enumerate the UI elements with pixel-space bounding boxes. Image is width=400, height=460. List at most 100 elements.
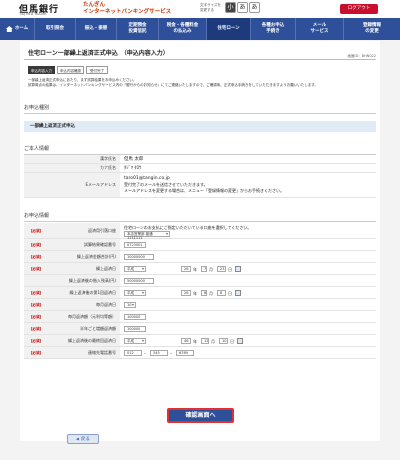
- row-monthly: 【必須】 毎月返済額（元利均等額） 100000: [24, 311, 376, 323]
- first-year-input[interactable]: 26: [181, 290, 191, 296]
- row-bonus: 【必須】 半年ごと増額返済額 100000: [24, 323, 376, 335]
- logout-button[interactable]: ログアウト: [340, 4, 378, 14]
- calendar-icon[interactable]: [235, 266, 241, 272]
- section-personal-info: ご本人情報: [24, 145, 376, 155]
- estimate-number-input[interactable]: 0723001: [124, 242, 146, 248]
- nav-deposit[interactable]: 定期預金 投資信託: [117, 18, 159, 40]
- required-badge: 【必須】: [29, 228, 43, 233]
- row-estimate: 【必須】 試算結果確認番号 0723001: [24, 239, 376, 251]
- value-kanji-name: 但馬 太郎: [124, 157, 144, 162]
- amount-input[interactable]: 10000000: [124, 254, 154, 260]
- nav-transfer[interactable]: 振込・振替: [76, 18, 117, 40]
- nav-payment[interactable]: 税金・各種料金 の払込み: [159, 18, 207, 40]
- label-monthly: 【必須】 毎月返済額（元利均等額）: [24, 311, 120, 322]
- font-medium-button[interactable]: あ: [237, 2, 248, 13]
- section-application-type: お申込種別: [24, 104, 376, 114]
- unit-year: 年: [193, 291, 197, 296]
- label-estimate: 【必須】 試算結果確認番号: [24, 239, 120, 250]
- email-note-1: 受付完了のメールを送信させていただきます。: [124, 182, 208, 187]
- nav-inquiry[interactable]: 取引照会: [35, 18, 76, 40]
- required-badge: 【必須】: [29, 290, 43, 295]
- phone-area-input[interactable]: 012: [124, 350, 142, 356]
- nav-home[interactable]: ホーム: [0, 18, 35, 40]
- step-confirm: 申込内容確認: [57, 66, 84, 74]
- nav-mail[interactable]: メール サービス: [296, 18, 344, 40]
- nav-mail-label: メール サービス: [310, 23, 329, 34]
- prepay-era-select[interactable]: 平成: [124, 266, 146, 272]
- label-amount-text: 繰上返済金額合計(円): [76, 253, 116, 259]
- font-large-button[interactable]: あ: [249, 2, 260, 13]
- page-note-line2: 試算時点の結果は、インターネットバンキングサービス内の「銀行からのお知らせ」にて…: [28, 83, 318, 87]
- required-badge: 【必須】: [29, 326, 43, 331]
- font-size-label: 文字サイズを 変更する: [200, 3, 221, 12]
- row-first-date: 【必須】 繰上返済後の第1回返済日 平成 26 年 8 月 8 日: [24, 287, 376, 299]
- label-principal-text: 繰上返済後の借入残高(円): [68, 277, 116, 283]
- phone-line-input[interactable]: 6789: [176, 350, 194, 356]
- label-bonus-text: 半年ごと増額返済額: [80, 325, 116, 331]
- prepay-year-input[interactable]: 26: [181, 266, 191, 272]
- font-size-label-line2: 変更する: [200, 7, 214, 12]
- unit-month: 月: [211, 339, 215, 344]
- nav-payment-label: 税金・各種料金 の払込み: [166, 23, 199, 34]
- label-estimate-text: 試算結果確認番号: [84, 241, 116, 247]
- label-first-date-text: 繰上返済後の第1回返済日: [69, 289, 116, 295]
- final-day-input[interactable]: 10: [219, 338, 228, 344]
- font-small-button[interactable]: 小: [225, 2, 236, 13]
- required-badge: 【必須】: [29, 338, 43, 343]
- label-kana-name: カナ氏名: [24, 164, 120, 172]
- home-icon: [5, 26, 13, 32]
- label-account: 【必須】 返済用引落口座: [24, 223, 120, 238]
- label-prepay-date: 【必須】 繰上返済日: [24, 263, 120, 274]
- phone-prefix-input[interactable]: 345: [150, 350, 168, 356]
- bonus-input[interactable]: 100000: [124, 326, 146, 332]
- label-bonus: 【必須】 半年ごと増額返済額: [24, 323, 120, 334]
- nav-inquiry-label: 取引照会: [46, 26, 64, 31]
- account-select[interactable]: 本店営業部 普通 1111111: [124, 231, 170, 240]
- nav-transfer-label: 振込・振替: [84, 26, 108, 31]
- phone-separator: –: [170, 351, 172, 356]
- unit-year: 年: [193, 267, 197, 272]
- first-day-input[interactable]: 8: [217, 290, 226, 296]
- nav-registration[interactable]: 登録情報 の変更: [344, 18, 400, 40]
- calendar-icon[interactable]: [237, 338, 243, 344]
- prepay-month-input[interactable]: 7: [201, 266, 207, 272]
- page-note: 一部繰上返済正式申込にあたり、まず試算結果をお申込みください。 試算時点の結果は…: [28, 78, 373, 88]
- step-complete: 受付完了: [86, 66, 108, 74]
- label-payday-text: 毎月返済日: [96, 301, 116, 307]
- back-button[interactable]: 戻る: [67, 434, 99, 444]
- row-account: 【必須】 返済用引落口座 住宅ローンのお支払にご指定いただいている口座を選択してく…: [24, 223, 376, 240]
- row-phone: 【必須】 連絡先電話番号 012 – 345 – 6789: [24, 347, 376, 359]
- monthly-input[interactable]: 100000: [124, 314, 146, 320]
- service-brand: たんぎん インターネットバンキングサービス: [83, 2, 171, 15]
- font-size-label-line1: 文字サイズを: [200, 3, 221, 7]
- main-panel: 住宅ローン一部繰上返済正式申込 （申込内容入力） 画面ID：BHN022 申込内…: [20, 41, 380, 441]
- final-year-input[interactable]: 46: [181, 338, 191, 344]
- confirm-button[interactable]: 確認画面へ: [167, 408, 234, 423]
- prepay-day-input[interactable]: 23: [217, 266, 226, 272]
- nav-deposit-label: 定期預金 投資信託: [128, 23, 147, 34]
- phone-separator: –: [144, 351, 146, 356]
- nav-application-label: 各種お申込 手続き: [261, 23, 285, 34]
- label-phone: 【必須】 連絡先電話番号: [24, 347, 120, 358]
- first-era-select[interactable]: 平成: [124, 290, 146, 296]
- final-era-select[interactable]: 平成: [124, 338, 146, 344]
- unit-month: 月: [209, 291, 213, 296]
- row-prepay-date: 【必須】 繰上返済日 平成 26 年 7 月 23 日: [24, 263, 376, 275]
- row-email: Eメールアドレス taro01@tangin.co.jp 受付完了のメールを送信…: [24, 173, 376, 198]
- bank-logo-en: TAJIMA BANK: [19, 12, 48, 16]
- final-month-input[interactable]: 12: [201, 338, 209, 344]
- row-principal: 繰上返済後の借入残高(円) 50000000: [24, 275, 376, 287]
- principal-input[interactable]: 50000000: [124, 278, 154, 284]
- value-email: taro01@tangin.co.jp: [124, 176, 170, 181]
- payday-select[interactable]: 10: [124, 302, 136, 308]
- unit-day: 日: [228, 267, 232, 272]
- unit-month: 月: [209, 267, 213, 272]
- nav-application[interactable]: 各種お申込 手続き: [251, 18, 296, 40]
- first-month-input[interactable]: 8: [201, 290, 207, 296]
- label-principal: 繰上返済後の借入残高(円): [24, 275, 120, 286]
- nav-housing-loan-label: 住宅ローン: [217, 26, 240, 31]
- nav-housing-loan[interactable]: 住宅ローン: [207, 18, 251, 40]
- row-kana-name: カナ氏名 ﾀｼﾞﾏ ﾀﾛｳ: [24, 164, 376, 173]
- label-amount: 【必須】 繰上返済金額合計(円): [24, 251, 120, 262]
- calendar-icon[interactable]: [235, 290, 241, 296]
